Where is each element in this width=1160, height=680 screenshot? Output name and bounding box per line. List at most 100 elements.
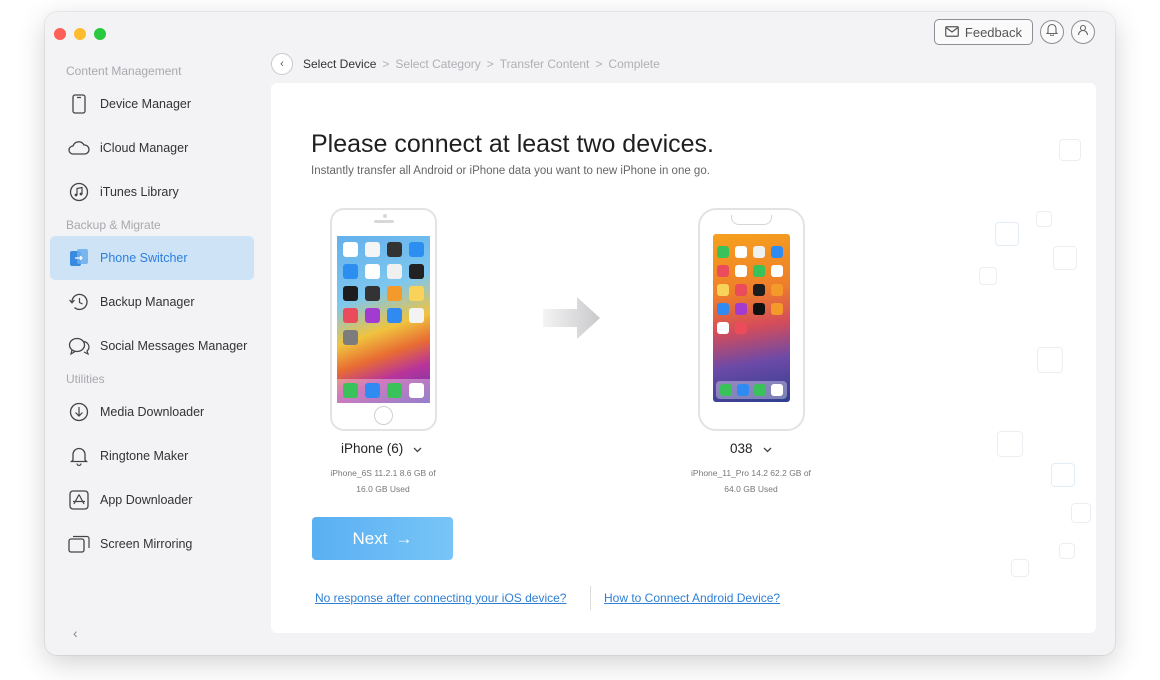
user-icon xyxy=(1077,23,1089,41)
sidebar-item-label: Ringtone Maker xyxy=(100,449,189,463)
feedback-label: Feedback xyxy=(964,24,1022,40)
speaker-slot xyxy=(374,220,394,223)
decor-square xyxy=(1037,347,1063,373)
decor-square xyxy=(979,267,997,285)
decor-square xyxy=(995,222,1019,246)
android-help-link[interactable]: How to Connect Android Device? xyxy=(604,591,780,605)
app-icon xyxy=(343,383,358,398)
app-icon xyxy=(753,303,765,315)
envelope-icon xyxy=(945,25,959,40)
app-icon xyxy=(409,264,424,279)
top-right-toolbar: Feedback xyxy=(933,19,1095,45)
sidebar-item-ringtone-maker[interactable]: Ringtone Maker xyxy=(50,434,254,478)
app-icon xyxy=(409,383,424,398)
breadcrumb-step-select-category: Select Category xyxy=(395,57,481,71)
app-icon xyxy=(365,286,380,301)
app-icon xyxy=(735,322,747,334)
app-icon xyxy=(735,246,747,258)
page-subtitle: Instantly transfer all Android or iPhone… xyxy=(311,165,710,177)
app-icon xyxy=(365,308,380,323)
window-controls xyxy=(54,28,106,40)
app-icon xyxy=(365,242,380,257)
app-store-icon xyxy=(68,489,90,511)
decor-square xyxy=(1051,463,1075,487)
app-icon xyxy=(735,265,747,277)
source-device-name: iPhone (6) xyxy=(341,441,404,456)
main-panel: Please connect at least two devices. Ins… xyxy=(271,83,1096,633)
sidebar-item-backup-manager[interactable]: Backup Manager xyxy=(50,280,254,324)
app-icon-grid xyxy=(343,242,424,345)
app-icon xyxy=(409,286,424,301)
sidebar-item-itunes-library[interactable]: iTunes Library xyxy=(50,170,254,214)
arrow-right-icon: → xyxy=(395,528,413,548)
account-button[interactable] xyxy=(1071,20,1095,44)
mirror-screens-icon xyxy=(68,533,90,555)
app-icon xyxy=(771,265,783,277)
app-icon xyxy=(409,308,424,323)
sidebar-item-label: Device Manager xyxy=(100,97,192,111)
music-disc-icon xyxy=(68,181,90,203)
feedback-button[interactable]: Feedback xyxy=(933,19,1033,45)
chat-bubbles-icon xyxy=(68,335,90,357)
app-icon xyxy=(387,264,402,279)
sidebar-item-media-downloader[interactable]: Media Downloader xyxy=(50,390,254,434)
minimize-window-button[interactable] xyxy=(74,28,86,40)
app-icon xyxy=(771,246,783,258)
app-icon xyxy=(717,303,729,315)
camera-dot xyxy=(383,214,387,218)
cloud-icon xyxy=(68,137,90,159)
sidebar-item-label: Phone Switcher xyxy=(100,251,188,265)
bell-icon xyxy=(1045,23,1059,41)
sidebar-item-phone-switcher[interactable]: Phone Switcher xyxy=(50,236,254,280)
sidebar-section-utilities: Utilities xyxy=(66,372,105,386)
app-icon-grid xyxy=(717,246,783,334)
phone-switch-icon xyxy=(68,247,90,269)
app-icon xyxy=(387,308,402,323)
decor-square xyxy=(1036,211,1052,227)
sidebar-item-label: Social Messages Manager xyxy=(100,339,248,353)
source-device-info-line2: 16.0 GB Used xyxy=(356,484,410,494)
back-button[interactable]: ‹ xyxy=(271,53,293,75)
close-window-button[interactable] xyxy=(54,28,66,40)
source-device-info: iPhone_6S 11.2.1 8.6 GB of 16.0 GB Used xyxy=(298,465,468,497)
download-circle-icon xyxy=(68,401,90,423)
next-button[interactable]: Next → xyxy=(312,517,453,560)
sidebar-item-label: App Downloader xyxy=(100,493,193,507)
transfer-arrow-icon xyxy=(543,295,601,346)
decor-square xyxy=(997,431,1023,457)
page-title: Please connect at least two devices. xyxy=(311,130,715,158)
collapse-sidebar-button[interactable]: ‹ xyxy=(73,625,78,641)
sidebar-item-label: Media Downloader xyxy=(100,405,205,419)
app-icon xyxy=(365,264,380,279)
app-icon xyxy=(771,303,783,315)
target-device-info-line1: iPhone_11_Pro 14.2 62.2 GB of xyxy=(691,468,811,478)
target-phone-image xyxy=(698,208,805,431)
source-device-selector[interactable]: iPhone (6) xyxy=(341,441,422,456)
sidebar-section-content-management: Content Management xyxy=(66,64,182,78)
sidebar-item-app-downloader[interactable]: App Downloader xyxy=(50,478,254,522)
app-icon xyxy=(754,384,766,396)
sidebar-item-icloud-manager[interactable]: iCloud Manager xyxy=(50,126,254,170)
ios-help-link[interactable]: No response after connecting your iOS de… xyxy=(315,591,566,605)
source-device-info-line1: iPhone_6S 11.2.1 8.6 GB of xyxy=(330,468,436,478)
target-device-selector[interactable]: 038 xyxy=(730,441,772,456)
home-button xyxy=(374,406,393,425)
app-icon xyxy=(343,330,358,345)
app-icon xyxy=(737,384,749,396)
sidebar-item-device-manager[interactable]: Device Manager xyxy=(50,82,254,126)
app-icon xyxy=(753,284,765,296)
sidebar-item-screen-mirroring[interactable]: Screen Mirroring xyxy=(50,522,254,566)
notification-button[interactable] xyxy=(1040,20,1064,44)
breadcrumb-step-complete: Complete xyxy=(608,57,660,71)
dock xyxy=(716,381,787,399)
app-icon xyxy=(387,383,402,398)
breadcrumb-separator: > xyxy=(486,57,494,71)
sidebar-item-label: Backup Manager xyxy=(100,295,195,309)
app-icon xyxy=(409,242,424,257)
sidebar-item-social-messages-manager[interactable]: Social Messages Manager xyxy=(50,324,254,368)
decor-square xyxy=(1053,246,1077,270)
breadcrumb-step-transfer-content: Transfer Content xyxy=(499,57,590,71)
phone-notch xyxy=(731,215,772,225)
zoom-window-button[interactable] xyxy=(94,28,106,40)
app-icon xyxy=(735,303,747,315)
